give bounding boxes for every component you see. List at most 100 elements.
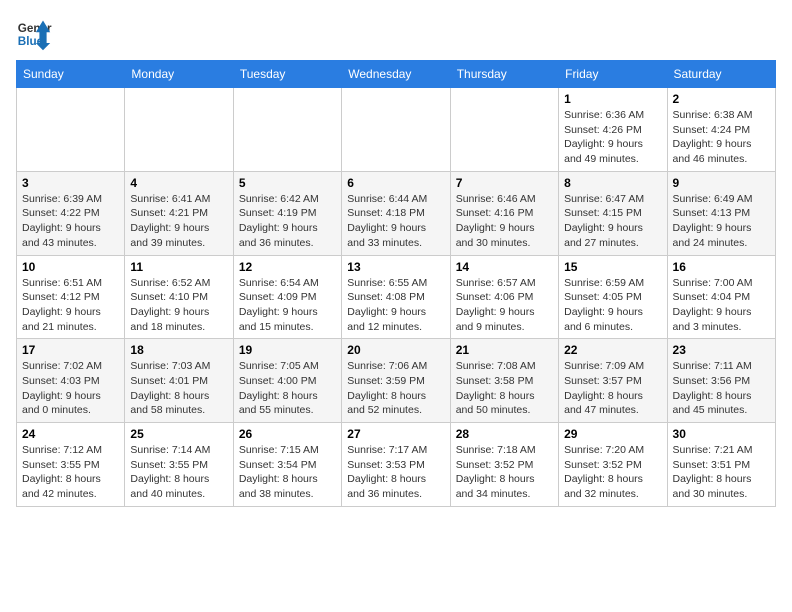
day-info: Sunrise: 6:36 AM Sunset: 4:26 PM Dayligh… <box>564 108 661 167</box>
calendar-cell: 18 Sunrise: 7:03 AM Sunset: 4:01 PM Dayli… <box>125 339 233 423</box>
calendar-cell: 14Sunrise: 6:57 AM Sunset: 4:06 PM Dayli… <box>450 255 558 339</box>
calendar-cell: 26 Sunrise: 7:15 AM Sunset: 3:54 PM Dayli… <box>233 423 341 507</box>
calendar-cell: 12 Sunrise: 6:54 AM Sunset: 4:09 PM Dayli… <box>233 255 341 339</box>
day-info: Sunrise: 6:46 AM Sunset: 4:16 PM Dayligh… <box>456 192 553 251</box>
header: General Blue <box>16 16 776 52</box>
day-number: 29 <box>564 427 661 441</box>
calendar-cell: 5 Sunrise: 6:42 AM Sunset: 4:19 PM Daylig… <box>233 171 341 255</box>
day-info: Sunrise: 6:41 AM Sunset: 4:21 PM Dayligh… <box>130 192 227 251</box>
day-number: 25 <box>130 427 227 441</box>
header-tuesday: Tuesday <box>233 61 341 88</box>
day-number: 21 <box>456 343 553 357</box>
calendar-week-1: 3 Sunrise: 6:39 AM Sunset: 4:22 PM Daylig… <box>17 171 776 255</box>
calendar-cell: 1 Sunrise: 6:36 AM Sunset: 4:26 PM Daylig… <box>559 88 667 172</box>
day-info: Sunrise: 7:06 AM Sunset: 3:59 PM Dayligh… <box>347 359 444 418</box>
calendar-cell: 22 Sunrise: 7:09 AM Sunset: 3:57 PM Dayli… <box>559 339 667 423</box>
day-info: Sunrise: 6:52 AM Sunset: 4:10 PM Dayligh… <box>130 276 227 335</box>
calendar-cell: 9Sunrise: 6:49 AM Sunset: 4:13 PM Daylig… <box>667 171 775 255</box>
day-number: 15 <box>564 260 661 274</box>
day-info: Sunrise: 6:54 AM Sunset: 4:09 PM Dayligh… <box>239 276 336 335</box>
day-info: Sunrise: 7:17 AM Sunset: 3:53 PM Dayligh… <box>347 443 444 502</box>
day-info: Sunrise: 6:38 AM Sunset: 4:24 PM Dayligh… <box>673 108 770 167</box>
header-friday: Friday <box>559 61 667 88</box>
logo-icon: General Blue <box>16 16 52 52</box>
calendar-cell <box>233 88 341 172</box>
calendar-cell <box>125 88 233 172</box>
day-number: 28 <box>456 427 553 441</box>
day-info: Sunrise: 6:51 AM Sunset: 4:12 PM Dayligh… <box>22 276 119 335</box>
day-number: 24 <box>22 427 119 441</box>
day-number: 7 <box>456 176 553 190</box>
day-info: Sunrise: 7:02 AM Sunset: 4:03 PM Dayligh… <box>22 359 119 418</box>
calendar-header-row: SundayMondayTuesdayWednesdayThursdayFrid… <box>17 61 776 88</box>
calendar-week-4: 24 Sunrise: 7:12 AM Sunset: 3:55 PM Dayli… <box>17 423 776 507</box>
day-number: 11 <box>130 260 227 274</box>
calendar-cell: 11 Sunrise: 6:52 AM Sunset: 4:10 PM Dayli… <box>125 255 233 339</box>
day-info: Sunrise: 7:21 AM Sunset: 3:51 PM Dayligh… <box>673 443 770 502</box>
day-info: Sunrise: 7:12 AM Sunset: 3:55 PM Dayligh… <box>22 443 119 502</box>
day-info: Sunrise: 6:42 AM Sunset: 4:19 PM Dayligh… <box>239 192 336 251</box>
calendar-cell: 4 Sunrise: 6:41 AM Sunset: 4:21 PM Daylig… <box>125 171 233 255</box>
day-info: Sunrise: 6:47 AM Sunset: 4:15 PM Dayligh… <box>564 192 661 251</box>
calendar-cell: 3 Sunrise: 6:39 AM Sunset: 4:22 PM Daylig… <box>17 171 125 255</box>
calendar: SundayMondayTuesdayWednesdayThursdayFrid… <box>16 60 776 507</box>
day-info: Sunrise: 7:05 AM Sunset: 4:00 PM Dayligh… <box>239 359 336 418</box>
day-number: 23 <box>673 343 770 357</box>
calendar-cell: 20Sunrise: 7:06 AM Sunset: 3:59 PM Dayli… <box>342 339 450 423</box>
calendar-cell: 27 Sunrise: 7:17 AM Sunset: 3:53 PM Dayli… <box>342 423 450 507</box>
day-number: 6 <box>347 176 444 190</box>
calendar-cell: 17 Sunrise: 7:02 AM Sunset: 4:03 PM Dayli… <box>17 339 125 423</box>
calendar-cell: 7 Sunrise: 6:46 AM Sunset: 4:16 PM Daylig… <box>450 171 558 255</box>
calendar-week-0: 1 Sunrise: 6:36 AM Sunset: 4:26 PM Daylig… <box>17 88 776 172</box>
logo: General Blue <box>16 16 56 52</box>
calendar-week-3: 17 Sunrise: 7:02 AM Sunset: 4:03 PM Dayli… <box>17 339 776 423</box>
day-info: Sunrise: 6:39 AM Sunset: 4:22 PM Dayligh… <box>22 192 119 251</box>
calendar-cell: 30 Sunrise: 7:21 AM Sunset: 3:51 PM Dayli… <box>667 423 775 507</box>
day-number: 8 <box>564 176 661 190</box>
day-number: 10 <box>22 260 119 274</box>
calendar-cell: 24 Sunrise: 7:12 AM Sunset: 3:55 PM Dayli… <box>17 423 125 507</box>
day-info: Sunrise: 7:15 AM Sunset: 3:54 PM Dayligh… <box>239 443 336 502</box>
day-number: 2 <box>673 92 770 106</box>
calendar-cell <box>342 88 450 172</box>
day-info: Sunrise: 7:11 AM Sunset: 3:56 PM Dayligh… <box>673 359 770 418</box>
day-number: 18 <box>130 343 227 357</box>
day-number: 4 <box>130 176 227 190</box>
calendar-cell: 10 Sunrise: 6:51 AM Sunset: 4:12 PM Dayli… <box>17 255 125 339</box>
calendar-cell: 16Sunrise: 7:00 AM Sunset: 4:04 PM Dayli… <box>667 255 775 339</box>
day-info: Sunrise: 7:20 AM Sunset: 3:52 PM Dayligh… <box>564 443 661 502</box>
day-info: Sunrise: 6:55 AM Sunset: 4:08 PM Dayligh… <box>347 276 444 335</box>
calendar-cell: 25 Sunrise: 7:14 AM Sunset: 3:55 PM Dayli… <box>125 423 233 507</box>
day-info: Sunrise: 6:49 AM Sunset: 4:13 PM Dayligh… <box>673 192 770 251</box>
day-number: 30 <box>673 427 770 441</box>
header-monday: Monday <box>125 61 233 88</box>
header-sunday: Sunday <box>17 61 125 88</box>
day-info: Sunrise: 7:03 AM Sunset: 4:01 PM Dayligh… <box>130 359 227 418</box>
calendar-cell: 29 Sunrise: 7:20 AM Sunset: 3:52 PM Dayli… <box>559 423 667 507</box>
day-info: Sunrise: 7:14 AM Sunset: 3:55 PM Dayligh… <box>130 443 227 502</box>
calendar-cell: 28Sunrise: 7:18 AM Sunset: 3:52 PM Dayli… <box>450 423 558 507</box>
day-number: 27 <box>347 427 444 441</box>
day-number: 5 <box>239 176 336 190</box>
calendar-cell: 23 Sunrise: 7:11 AM Sunset: 3:56 PM Dayli… <box>667 339 775 423</box>
calendar-cell: 15 Sunrise: 6:59 AM Sunset: 4:05 PM Dayli… <box>559 255 667 339</box>
calendar-cell: 6 Sunrise: 6:44 AM Sunset: 4:18 PM Daylig… <box>342 171 450 255</box>
day-number: 1 <box>564 92 661 106</box>
calendar-cell <box>17 88 125 172</box>
day-number: 14 <box>456 260 553 274</box>
day-number: 22 <box>564 343 661 357</box>
day-number: 19 <box>239 343 336 357</box>
day-number: 13 <box>347 260 444 274</box>
day-info: Sunrise: 7:09 AM Sunset: 3:57 PM Dayligh… <box>564 359 661 418</box>
day-info: Sunrise: 7:00 AM Sunset: 4:04 PM Dayligh… <box>673 276 770 335</box>
day-number: 17 <box>22 343 119 357</box>
header-thursday: Thursday <box>450 61 558 88</box>
day-number: 3 <box>22 176 119 190</box>
day-info: Sunrise: 6:59 AM Sunset: 4:05 PM Dayligh… <box>564 276 661 335</box>
calendar-cell: 21 Sunrise: 7:08 AM Sunset: 3:58 PM Dayli… <box>450 339 558 423</box>
day-info: Sunrise: 7:08 AM Sunset: 3:58 PM Dayligh… <box>456 359 553 418</box>
day-number: 26 <box>239 427 336 441</box>
day-number: 12 <box>239 260 336 274</box>
day-info: Sunrise: 6:44 AM Sunset: 4:18 PM Dayligh… <box>347 192 444 251</box>
header-wednesday: Wednesday <box>342 61 450 88</box>
